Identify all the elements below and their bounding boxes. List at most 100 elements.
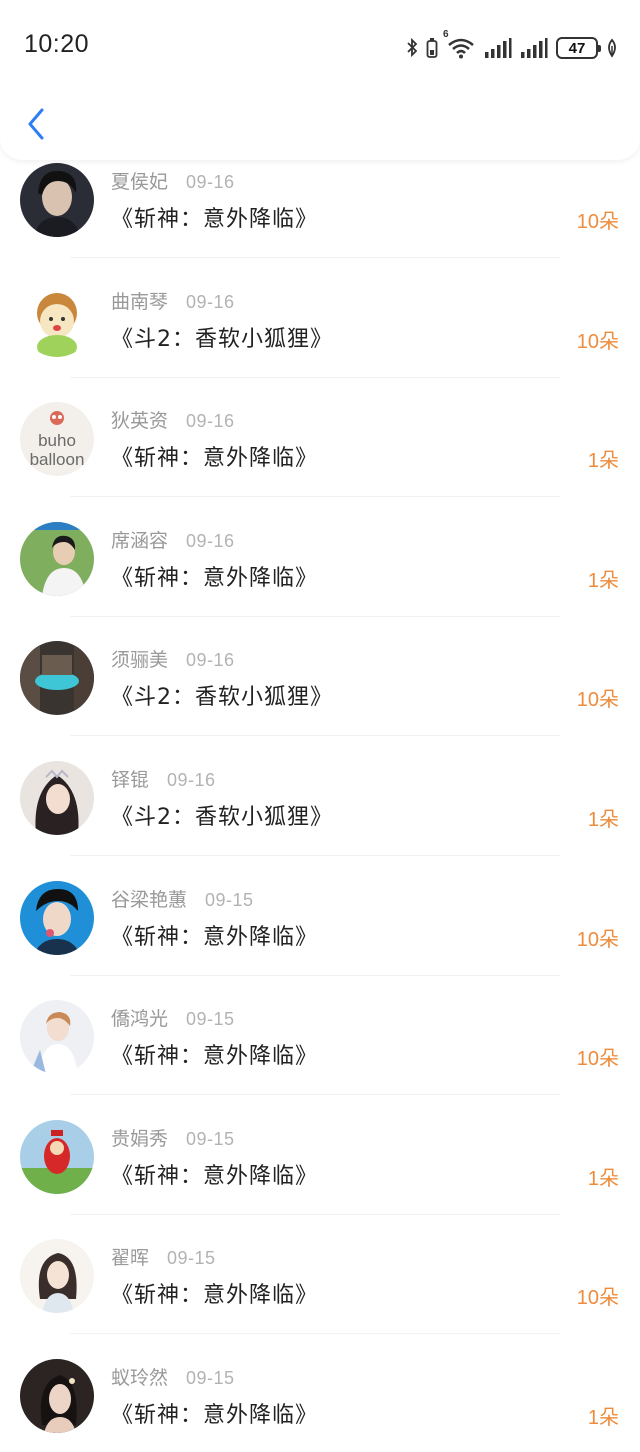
user-name: 曲南琴 <box>111 290 169 313</box>
gift-amount: 1朵 <box>587 569 619 592</box>
avatar[interactable]: buho balloon <box>20 402 94 477</box>
user-name: 贵娟秀 <box>111 1127 169 1150</box>
list-item[interactable]: 铎锟 09-16 《斗2：香软小狐狸》 1朵 <box>0 755 640 875</box>
chevron-left-icon <box>28 108 44 140</box>
gift-amount: 10朵 <box>576 211 619 233</box>
book-title: 《斩神：意外降临》 <box>111 1163 319 1189</box>
user-name: 狄英资 <box>111 410 169 433</box>
record-date: 09-16 <box>186 291 235 312</box>
list-item[interactable]: 须骊美 09-16 《斗2：香软小狐狸》 10朵 <box>0 635 640 755</box>
name-line: 夏侯妃 09-16 <box>111 167 235 194</box>
gift-amount: 1朵 <box>587 1167 619 1190</box>
user-name: 铎锟 <box>111 768 150 791</box>
status-bar: 10:20 6 47 <box>0 0 640 96</box>
user-name: 翟晖 <box>111 1247 150 1270</box>
user-name: 僑鸿光 <box>111 1008 169 1031</box>
divider <box>70 854 560 856</box>
record-date: 09-15 <box>186 1367 235 1388</box>
divider <box>70 496 560 498</box>
list-item[interactable]: 僑鸿光 09-15 《斩神：意外降临》 10朵 <box>0 994 640 1114</box>
gift-record-list: 夏侯妃 09-16 《斩神：意外降临》 10朵 曲南琴 09-16 《斗2：香软… <box>0 157 640 1452</box>
record-date: 09-16 <box>167 769 216 790</box>
top-bar: 10:20 6 47 <box>0 0 640 160</box>
status-time: 10:20 <box>24 30 90 58</box>
name-line: 曲南琴 09-16 <box>111 287 235 314</box>
book-title: 《斩神：意外降临》 <box>111 924 319 950</box>
user-name: 谷梁艳蕙 <box>111 888 188 911</box>
name-line: 须骊美 09-16 <box>111 645 235 672</box>
list-item[interactable]: 曲南琴 09-16 《斗2：香软小狐狸》 10朵 <box>0 277 640 397</box>
signal-icon-sim2 <box>520 37 548 59</box>
gift-amount: 10朵 <box>576 1287 619 1310</box>
name-line: 狄英资 09-16 <box>111 406 235 433</box>
name-line: 席涵容 09-16 <box>111 526 235 553</box>
avatar[interactable] <box>20 163 94 237</box>
avatar[interactable] <box>20 1239 94 1314</box>
list-item[interactable]: buho balloon 狄英资 09-16 《斩神：意外降临》 1朵 <box>0 396 640 516</box>
record-date: 09-15 <box>186 1009 235 1030</box>
gift-amount: 10朵 <box>576 689 619 712</box>
book-title: 《斩神：意外降临》 <box>111 446 319 472</box>
record-date: 09-16 <box>186 172 235 192</box>
book-title: 《斩神：意外降临》 <box>111 1044 319 1070</box>
divider <box>70 1094 560 1096</box>
gift-amount: 10朵 <box>576 1048 619 1071</box>
wifi-icon: 6 <box>443 29 476 60</box>
list-item[interactable]: 夏侯妃 09-16 《斩神：意外降临》 10朵 <box>0 157 640 277</box>
gift-amount: 10朵 <box>576 330 619 353</box>
book-title: 《斩神：意外降临》 <box>111 1283 319 1309</box>
record-date: 09-16 <box>186 530 235 551</box>
bluetooth-icon <box>406 37 418 59</box>
gift-amount: 10朵 <box>576 928 619 951</box>
avatar[interactable] <box>20 282 94 357</box>
record-date: 09-16 <box>186 411 235 432</box>
avatar[interactable] <box>20 1000 94 1075</box>
divider <box>70 1333 560 1335</box>
name-line: 蚁玲然 09-15 <box>111 1363 235 1390</box>
name-line: 贵娟秀 09-15 <box>111 1124 235 1151</box>
avatar[interactable] <box>20 1358 94 1433</box>
list-item[interactable]: 蚁玲然 09-15 《斩神：意外降临》 1朵 <box>0 1353 640 1452</box>
user-name: 席涵容 <box>111 529 169 552</box>
battery-saver-icon <box>426 37 438 59</box>
list-item[interactable]: 翟晖 09-15 《斩神：意外降临》 10朵 <box>0 1233 640 1353</box>
divider <box>70 257 560 258</box>
user-name: 夏侯妃 <box>111 171 169 193</box>
avatar[interactable] <box>20 880 94 955</box>
avatar[interactable] <box>20 521 94 596</box>
book-title: 《斩神：意外降临》 <box>111 207 319 232</box>
book-title: 《斩神：意外降临》 <box>111 565 319 591</box>
user-name: 蚁玲然 <box>111 1366 169 1389</box>
avatar[interactable] <box>20 760 94 835</box>
balloon-text: balloon <box>30 450 85 469</box>
book-title: 《斗2：香软小狐狸》 <box>111 685 333 711</box>
divider <box>70 974 560 976</box>
divider <box>70 376 560 378</box>
user-name: 须骊美 <box>111 649 169 672</box>
back-button[interactable] <box>18 104 54 144</box>
list-item[interactable]: 席涵容 09-16 《斩神：意外降临》 1朵 <box>0 516 640 636</box>
book-title: 《斩神：意外降临》 <box>111 1402 319 1428</box>
leaf-icon <box>606 38 618 58</box>
avatar[interactable] <box>20 1119 94 1194</box>
divider <box>70 615 560 617</box>
gift-amount: 1朵 <box>587 1406 619 1429</box>
avatar[interactable] <box>20 641 94 716</box>
book-title: 《斗2：香软小狐狸》 <box>111 804 333 830</box>
divider <box>70 735 560 737</box>
list-item[interactable]: 谷梁艳蕙 09-15 《斩神：意外降临》 10朵 <box>0 875 640 995</box>
signal-icon-sim1 <box>484 37 512 59</box>
record-date: 09-15 <box>205 889 254 910</box>
gift-amount: 1朵 <box>587 450 619 473</box>
buho-text: buho <box>38 431 76 450</box>
network-type-label: 6 <box>443 29 449 40</box>
status-icons: 6 47 <box>406 29 618 62</box>
book-title: 《斗2：香软小狐狸》 <box>111 326 333 352</box>
divider <box>70 1213 560 1215</box>
record-date: 09-16 <box>186 650 235 671</box>
battery-icon: 47 <box>556 37 601 59</box>
name-line: 翟晖 09-15 <box>111 1243 216 1270</box>
list-item[interactable]: 贵娟秀 09-15 《斩神：意外降临》 1朵 <box>0 1114 640 1234</box>
record-date: 09-15 <box>186 1128 235 1149</box>
name-line: 谷梁艳蕙 09-15 <box>111 885 254 912</box>
